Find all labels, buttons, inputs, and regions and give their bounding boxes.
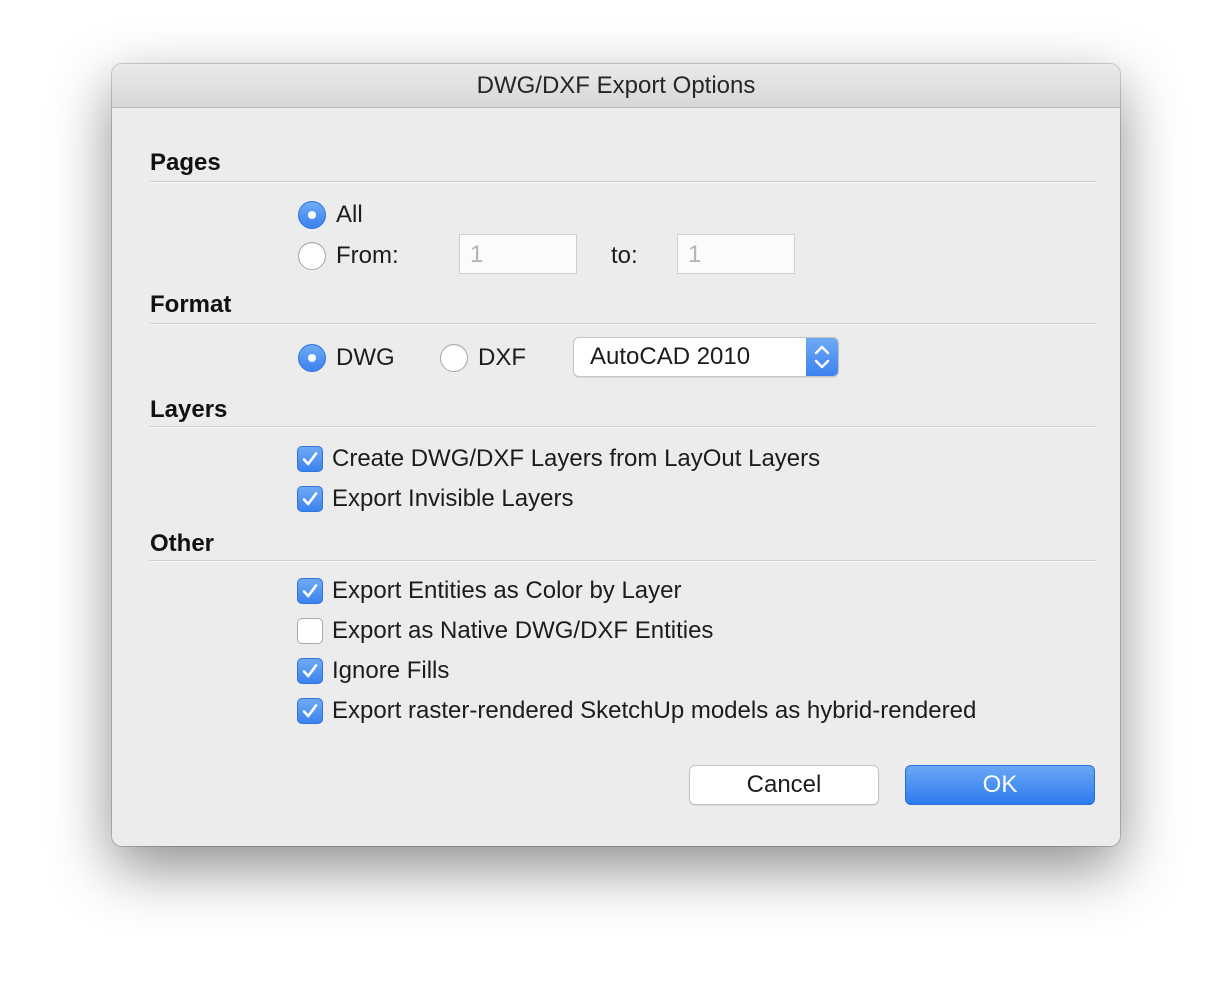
color-by-layer-label: Export Entities as Color by Layer xyxy=(332,577,682,604)
checkmark-icon xyxy=(302,492,318,506)
color-by-layer-checkbox[interactable] xyxy=(297,578,323,604)
create-layers-checkbox[interactable] xyxy=(297,446,323,472)
pages-all-radio[interactable] xyxy=(298,201,326,229)
native-entities-label: Export as Native DWG/DXF Entities xyxy=(332,617,714,644)
pages-heading: Pages xyxy=(150,149,221,176)
ignore-fills-label: Ignore Fills xyxy=(332,657,450,684)
format-heading: Format xyxy=(150,291,232,318)
other-heading: Other xyxy=(150,530,215,557)
pages-all-label: All xyxy=(336,201,363,228)
pages-to-label: to: xyxy=(611,242,638,269)
format-dwg-label: DWG xyxy=(336,344,395,371)
export-options-dialog: DWG/DXF Export Options Pages All From: 1… xyxy=(112,64,1120,846)
format-dxf-label: DXF xyxy=(478,344,526,371)
format-dxf-radio[interactable] xyxy=(440,344,468,372)
layers-divider xyxy=(150,426,1096,428)
hybrid-rendered-checkbox[interactable] xyxy=(297,698,323,724)
checkmark-icon xyxy=(302,584,318,598)
pages-to-input[interactable]: 1 xyxy=(677,234,795,274)
format-dwg-radio[interactable] xyxy=(298,344,326,372)
autocad-version-select[interactable]: AutoCAD 2010 xyxy=(573,337,839,377)
ignore-fills-checkbox[interactable] xyxy=(297,658,323,684)
hybrid-rendered-label: Export raster-rendered SketchUp models a… xyxy=(332,697,977,724)
ok-button[interactable]: OK xyxy=(905,765,1095,805)
checkmark-icon xyxy=(302,664,318,678)
export-invisible-layers-label: Export Invisible Layers xyxy=(332,485,574,512)
cancel-button[interactable]: Cancel xyxy=(689,765,879,805)
pages-from-input[interactable]: 1 xyxy=(459,234,577,274)
dialog-title: DWG/DXF Export Options xyxy=(112,64,1120,108)
other-divider xyxy=(150,560,1096,562)
native-entities-checkbox[interactable] xyxy=(297,618,323,644)
checkmark-icon xyxy=(302,704,318,718)
pages-from-label: From: xyxy=(336,242,399,269)
autocad-version-value: AutoCAD 2010 xyxy=(590,343,751,370)
pages-from-radio[interactable] xyxy=(298,242,326,270)
create-layers-label: Create DWG/DXF Layers from LayOut Layers xyxy=(332,445,821,472)
checkmark-icon xyxy=(302,452,318,466)
export-invisible-layers-checkbox[interactable] xyxy=(297,486,323,512)
select-stepper-icon xyxy=(806,338,838,376)
format-divider xyxy=(150,323,1096,325)
layers-heading: Layers xyxy=(150,396,228,423)
pages-divider xyxy=(150,181,1096,183)
